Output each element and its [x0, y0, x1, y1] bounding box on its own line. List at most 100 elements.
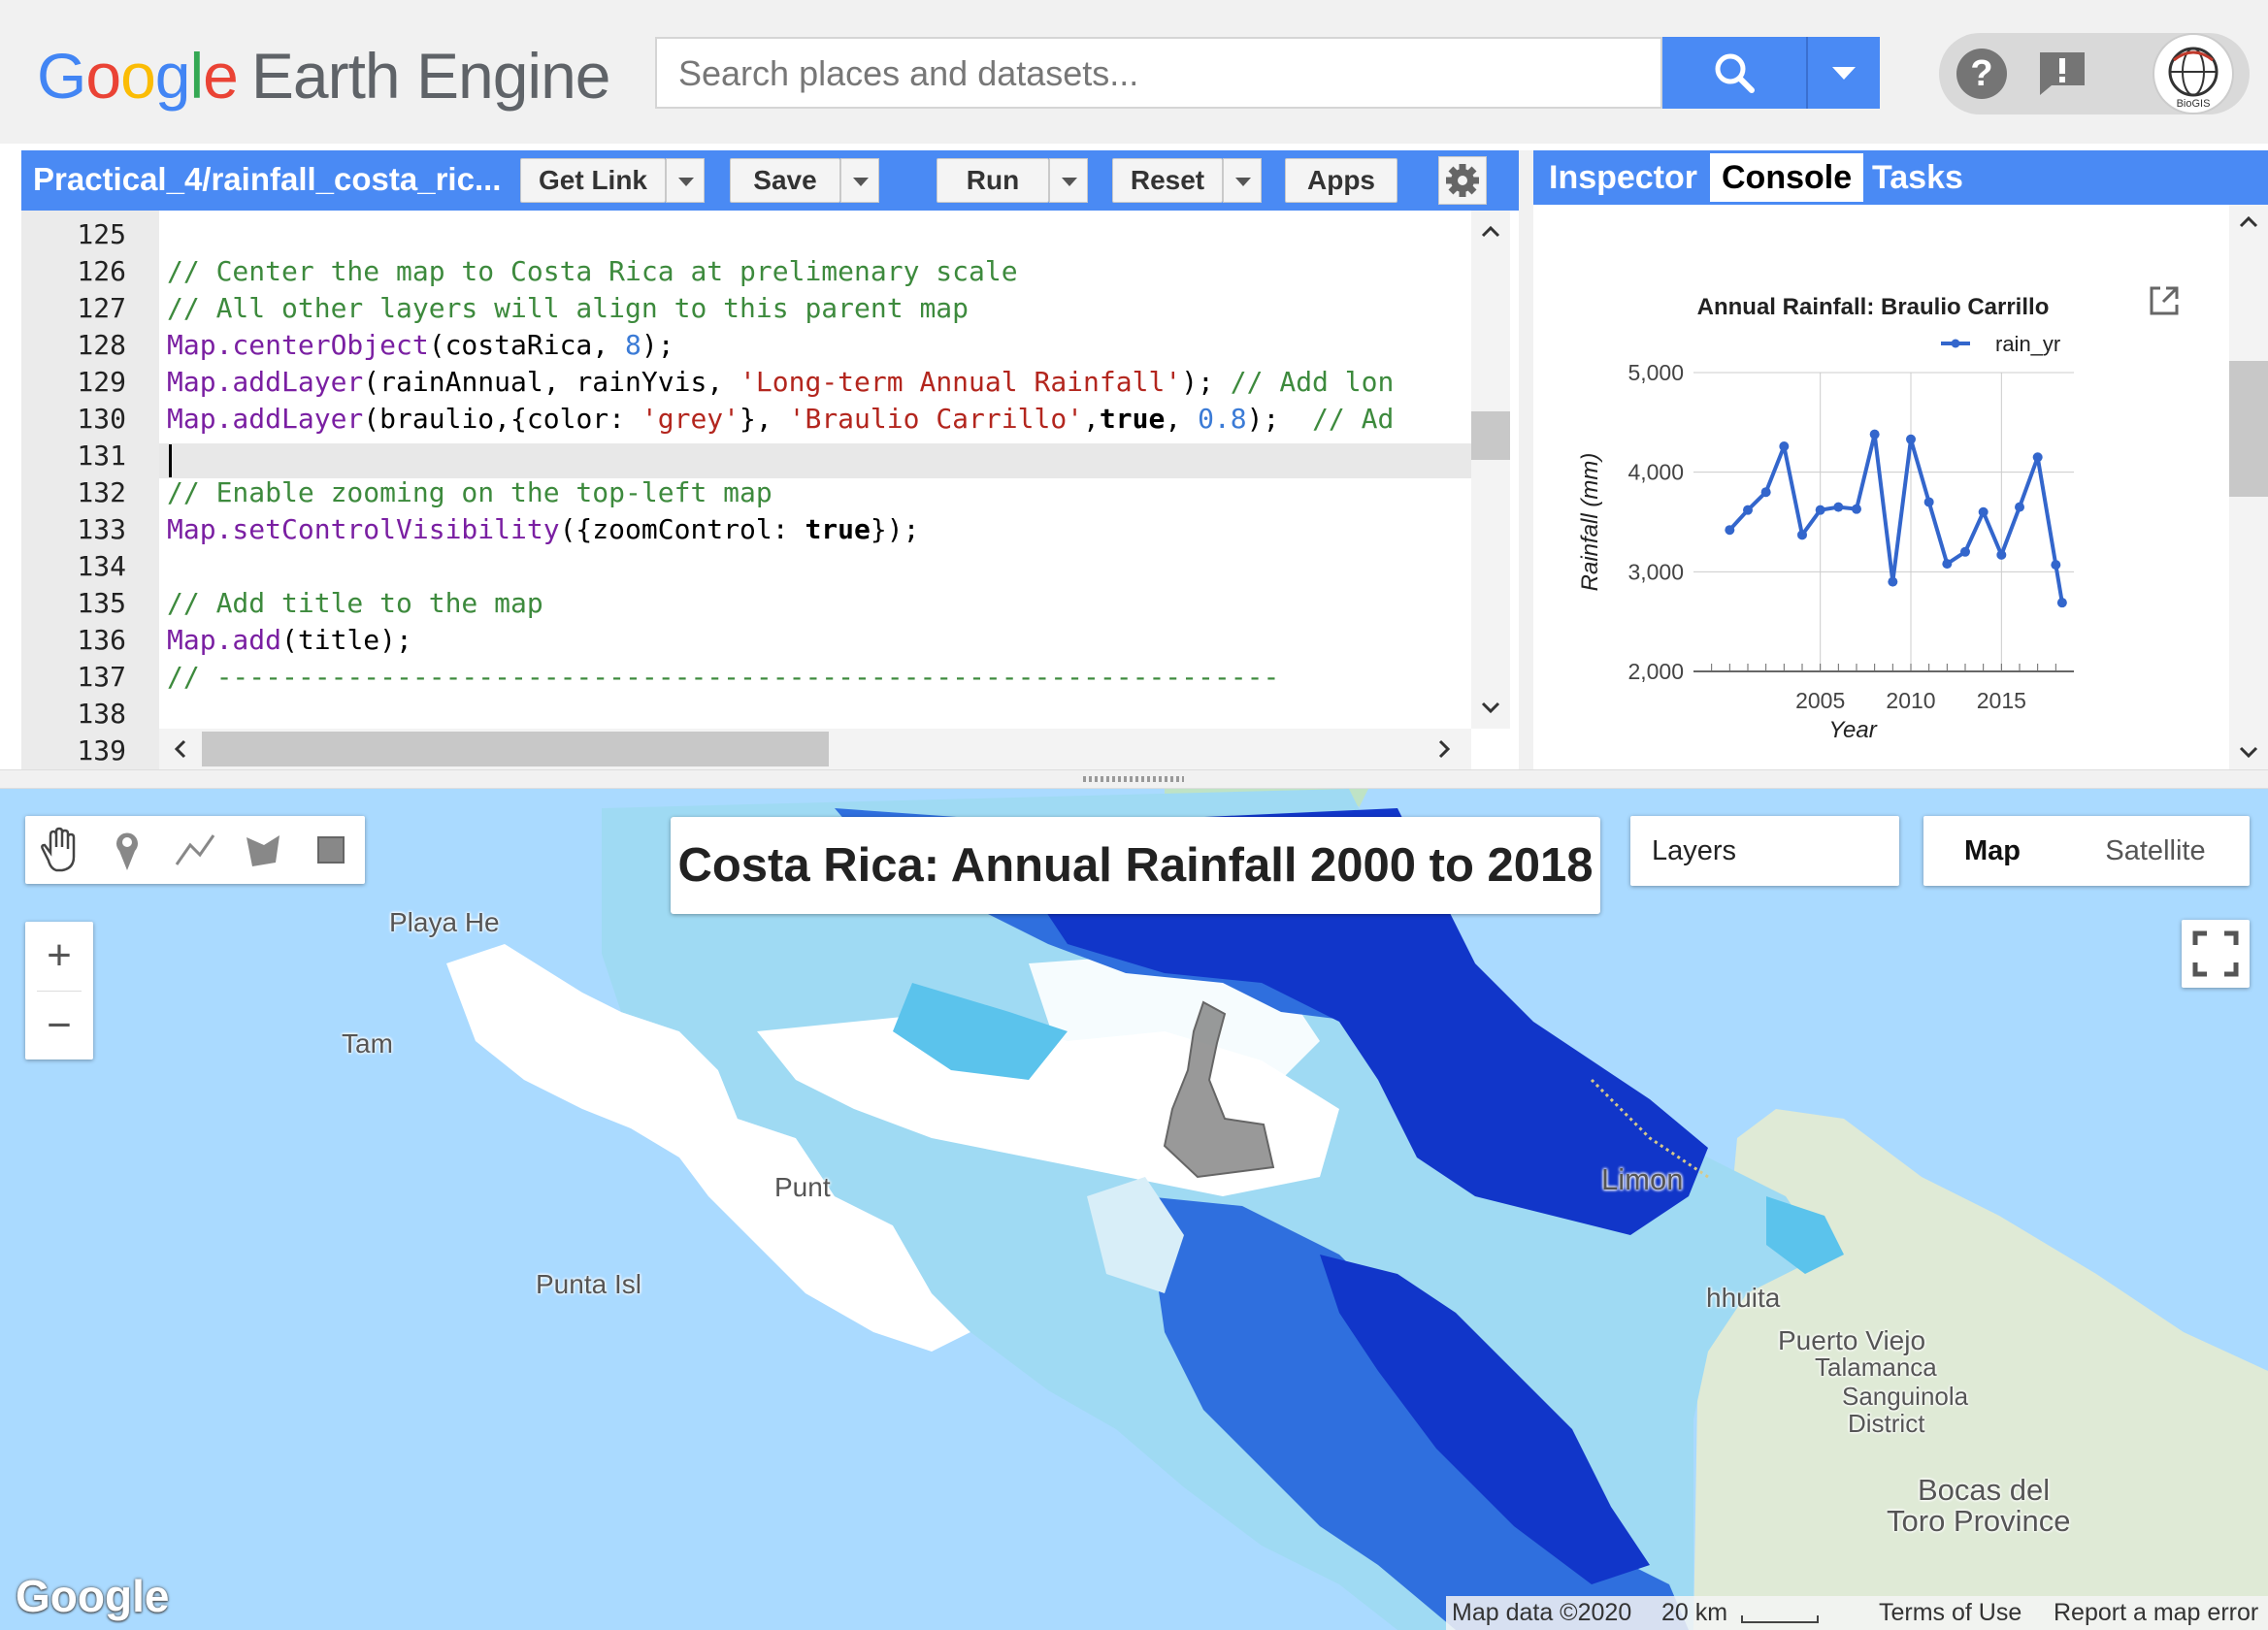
reset-button[interactable]: Reset: [1112, 158, 1223, 203]
get-link-dropdown[interactable]: [666, 158, 705, 203]
legend-label: rain_yr: [1995, 332, 2060, 356]
code-line-126[interactable]: // Center the map to Costa Rica at preli…: [167, 255, 1018, 287]
code-line-127[interactable]: // All other layers will align to this p…: [167, 292, 969, 324]
line-number: 137: [77, 661, 126, 693]
run-dropdown[interactable]: [1049, 158, 1088, 203]
marker-icon: [116, 832, 138, 870]
scale-label[interactable]: 20 km: [1661, 1596, 1727, 1630]
logo-letter: o: [120, 40, 156, 112]
x-axis-label: Year: [1828, 717, 1877, 743]
place-label: Talamanca: [1815, 1353, 1937, 1382]
line-number: 130: [77, 403, 126, 435]
code-token: 'Braulio Carrillo': [788, 403, 1084, 435]
map-type-map-button[interactable]: Map: [1923, 816, 2061, 886]
svg-text:BioGIS: BioGIS: [2177, 98, 2211, 110]
tab-inspector[interactable]: Inspector: [1537, 153, 1709, 202]
reset-dropdown[interactable]: [1223, 158, 1262, 203]
line-number: 129: [77, 366, 126, 398]
console-scroll-thumb[interactable]: [2229, 361, 2268, 497]
draw-polygon-button[interactable]: [229, 816, 297, 884]
map-attribution: Map data ©2020 20 km Terms of Use Report…: [1446, 1596, 2268, 1630]
x-tick-label: 2005: [1795, 688, 1845, 713]
tab-tasks[interactable]: Tasks: [1860, 153, 1975, 202]
save-dropdown[interactable]: [840, 158, 879, 203]
editor-vertical-scroll-thumb[interactable]: [1471, 411, 1510, 460]
logo-letter: o: [85, 40, 121, 112]
code-line-128[interactable]: Map.centerObject(costaRica, 8);: [167, 329, 674, 361]
data-point: [1978, 506, 1989, 517]
y-tick-label: 2,000: [1627, 659, 1684, 684]
map-type-control: Map Satellite: [1923, 816, 2250, 886]
script-file-name[interactable]: Practical_4/rainfall_costa_ric...: [33, 161, 501, 198]
map-splitter[interactable]: [0, 769, 2268, 789]
rectangle-icon: [317, 836, 345, 864]
code-comment: // Add title to the map: [167, 587, 543, 619]
panel-divider[interactable]: [1519, 150, 1533, 769]
y-tick-label: 3,000: [1627, 559, 1684, 584]
search-icon: [1715, 53, 1755, 93]
apps-button[interactable]: Apps: [1285, 158, 1397, 203]
data-point: [2056, 598, 2067, 608]
pan-tool-button[interactable]: [25, 816, 93, 884]
code-token: ({zoomControl:: [559, 513, 805, 545]
terms-of-use-link[interactable]: Terms of Use: [1879, 1596, 2021, 1630]
data-point: [1923, 497, 1934, 507]
code-line-135[interactable]: // Add title to the map: [167, 587, 543, 619]
settings-button[interactable]: [1438, 156, 1487, 205]
search-input[interactable]: [676, 47, 1631, 101]
report-map-error-link[interactable]: Report a map error: [2054, 1596, 2258, 1630]
run-button[interactable]: Run: [937, 158, 1049, 203]
data-point: [1942, 559, 1953, 570]
data-point: [1996, 549, 2007, 560]
editor-vertical-scrollbar[interactable]: [1471, 211, 1510, 729]
draw-line-button[interactable]: [161, 816, 229, 884]
zoom-control: + −: [25, 922, 93, 1060]
zoom-in-button[interactable]: +: [25, 922, 93, 990]
code-token: 0.8: [1198, 403, 1247, 435]
line-number: 138: [77, 698, 126, 730]
code-line-132[interactable]: // Enable zooming on the top-left map: [167, 476, 772, 508]
place-label: District: [1848, 1409, 1925, 1438]
x-axis-ticks: 2005 2010 2015: [1795, 688, 2026, 713]
feedback-icon[interactable]: [2036, 49, 2088, 97]
layers-button[interactable]: Layers: [1630, 816, 1899, 886]
add-marker-button[interactable]: [93, 816, 161, 884]
draw-rectangle-button[interactable]: [297, 816, 365, 884]
code-line-136[interactable]: Map.add(title);: [167, 624, 412, 656]
map-type-satellite-button[interactable]: Satellite: [2061, 816, 2250, 886]
help-icon[interactable]: ?: [1956, 49, 2007, 99]
get-link-button[interactable]: Get Link: [520, 158, 666, 203]
data-point: [1815, 505, 1825, 515]
code-token: },: [740, 403, 789, 435]
search-dropdown-button[interactable]: [1806, 37, 1880, 109]
code-line-133[interactable]: Map.setControlVisibility({zoomControl: t…: [167, 513, 919, 545]
tab-console[interactable]: Console: [1710, 153, 1864, 202]
data-point: [1833, 502, 1844, 512]
code-token: (braulio,{color:: [363, 403, 641, 435]
search-button[interactable]: [1662, 37, 1806, 109]
open-in-new-icon[interactable]: [2147, 283, 2182, 318]
fullscreen-icon: [2192, 930, 2239, 977]
drag-handle[interactable]: [1083, 776, 1184, 782]
code-token: Map.addLayer: [167, 403, 364, 435]
line-number: 132: [77, 476, 126, 508]
line-number: 139: [77, 734, 126, 766]
code-line-137[interactable]: // -------------------------------------…: [167, 661, 1279, 693]
avatar[interactable]: BioGIS: [2153, 33, 2234, 114]
map-title-panel: Costa Rica: Annual Rainfall 2000 to 2018: [671, 817, 1600, 914]
code-line-130[interactable]: Map.addLayer(braulio,{color: 'grey'}, 'B…: [167, 403, 1394, 435]
code-editor[interactable]: // Center the map to Costa Rica at preli…: [159, 211, 1471, 742]
earth-engine-logo[interactable]: Google Earth Engine: [37, 37, 610, 114]
fullscreen-button[interactable]: [2182, 920, 2250, 988]
code-token: );: [641, 329, 674, 361]
logo-letter: e: [203, 40, 239, 112]
zoom-out-button[interactable]: −: [25, 992, 93, 1060]
code-token: Map.add: [167, 624, 282, 656]
code-line-129[interactable]: Map.addLayer(rainAnnual, rainYvis, 'Long…: [167, 366, 1394, 398]
earth-engine-wordmark: Earth Engine: [250, 40, 611, 112]
code-token: Map.centerObject: [167, 329, 429, 361]
y-tick-label: 5,000: [1627, 360, 1684, 385]
editor-horizontal-scroll-thumb[interactable]: [202, 732, 829, 766]
save-button[interactable]: Save: [730, 158, 840, 203]
data-point: [2051, 560, 2061, 570]
